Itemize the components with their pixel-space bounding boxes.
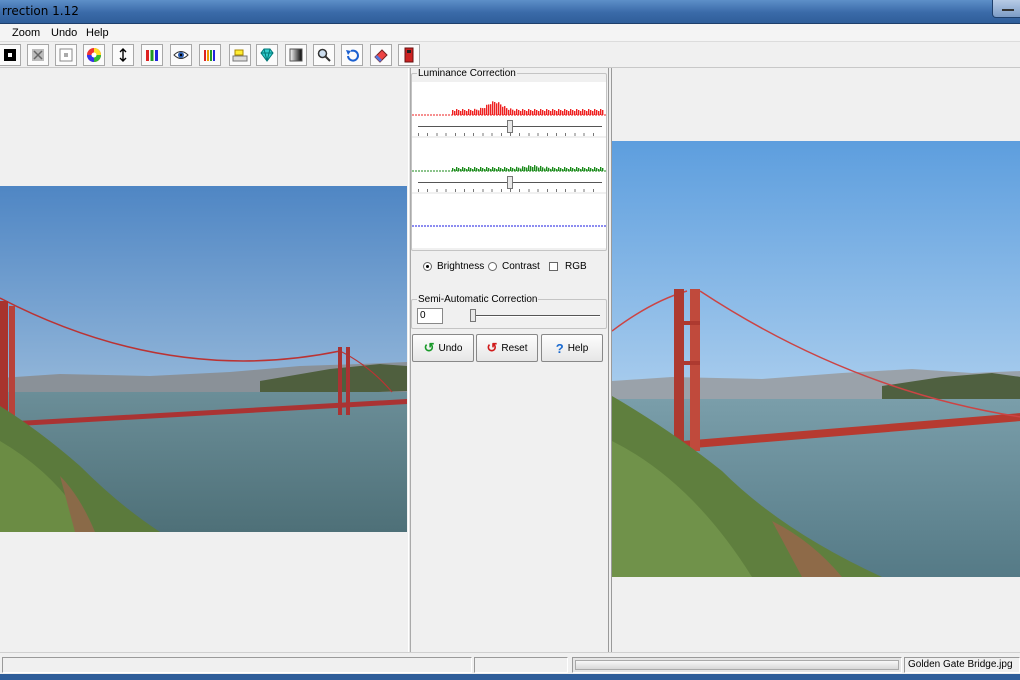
exit-icon[interactable] xyxy=(398,44,420,66)
semi-slider[interactable] xyxy=(470,309,600,323)
title-bar: rrection 1.12 xyxy=(0,0,1020,24)
semi-automatic-title: Semi-Automatic Correction xyxy=(417,294,539,305)
menu-undo[interactable]: Undo xyxy=(51,27,77,39)
black-square-icon[interactable] xyxy=(0,44,21,66)
status-panel-main xyxy=(2,657,472,673)
help-icon: ? xyxy=(555,340,564,356)
semi-automatic-group: Semi-Automatic Correction 0 xyxy=(411,294,607,329)
semi-value-field[interactable]: 0 xyxy=(417,308,443,324)
taskbar-edge xyxy=(0,674,1020,680)
undo-icon: ↺ xyxy=(423,340,435,355)
blue-histogram xyxy=(412,194,606,248)
rgb-label: RGB xyxy=(565,261,587,272)
color-wheel-icon[interactable] xyxy=(83,44,105,66)
corrected-image-pane xyxy=(611,68,1020,652)
undo-label: Undo xyxy=(438,342,463,354)
reset-button[interactable]: ↺ Reset xyxy=(476,334,538,362)
green-slider[interactable] xyxy=(418,176,602,192)
window-title: rrection 1.12 xyxy=(2,4,79,18)
white-square-icon[interactable] xyxy=(55,44,77,66)
undo-arrow-icon[interactable] xyxy=(341,44,363,66)
eraser-icon[interactable] xyxy=(370,44,392,66)
menu-bar: Zoom Undo Help xyxy=(0,24,1020,42)
undo-button[interactable]: ↺ Undo xyxy=(412,334,474,362)
eye-icon[interactable] xyxy=(170,44,192,66)
rgb-checkbox[interactable] xyxy=(549,262,558,271)
rgb-option[interactable]: RGB xyxy=(549,261,587,272)
red-slider[interactable] xyxy=(418,120,602,136)
restore-button[interactable] xyxy=(992,0,1020,18)
menu-zoom[interactable]: Zoom xyxy=(12,27,40,39)
brightness-radio[interactable] xyxy=(423,262,432,271)
contrast-option[interactable]: Contrast xyxy=(488,261,540,272)
green-slider-thumb[interactable] xyxy=(507,176,513,189)
green-histogram xyxy=(412,138,606,192)
semi-slider-thumb[interactable] xyxy=(470,309,476,322)
menu-help[interactable]: Help xyxy=(86,27,109,39)
toolbar xyxy=(0,42,1020,68)
original-photo xyxy=(0,186,407,532)
color-bars-icon[interactable] xyxy=(141,44,163,66)
crossed-square-icon[interactable] xyxy=(27,44,49,66)
brightness-label: Brightness xyxy=(437,261,485,272)
brightness-option[interactable]: Brightness xyxy=(423,261,484,272)
status-filename: Golden Gate Bridge.jpg xyxy=(904,657,1020,673)
contrast-label: Contrast xyxy=(502,261,540,272)
correction-panel: Luminance Correction Brightness Contrast… xyxy=(411,68,609,652)
help-button[interactable]: ? Help xyxy=(541,334,603,362)
colored-pencils-icon[interactable] xyxy=(199,44,221,66)
luminance-correction-title: Luminance Correction xyxy=(417,68,517,79)
luminance-correction-group: Luminance Correction xyxy=(411,68,607,251)
status-panel-secondary xyxy=(474,657,568,673)
magnifier-icon[interactable] xyxy=(313,44,335,66)
red-histogram xyxy=(412,82,606,136)
reset-label: Reset xyxy=(501,342,528,354)
corrected-photo xyxy=(612,141,1020,577)
progress-bar xyxy=(572,657,902,673)
help-label: Help xyxy=(567,342,589,354)
restore-icon xyxy=(1002,9,1014,11)
reset-icon: ↺ xyxy=(486,340,498,355)
gradient-icon[interactable] xyxy=(285,44,307,66)
red-slider-thumb[interactable] xyxy=(507,120,513,133)
diamond-icon[interactable] xyxy=(256,44,278,66)
original-image-pane xyxy=(0,68,408,652)
paint-bucket-icon[interactable] xyxy=(229,44,251,66)
contrast-radio[interactable] xyxy=(488,262,497,271)
vertical-arrows-icon[interactable] xyxy=(112,44,134,66)
